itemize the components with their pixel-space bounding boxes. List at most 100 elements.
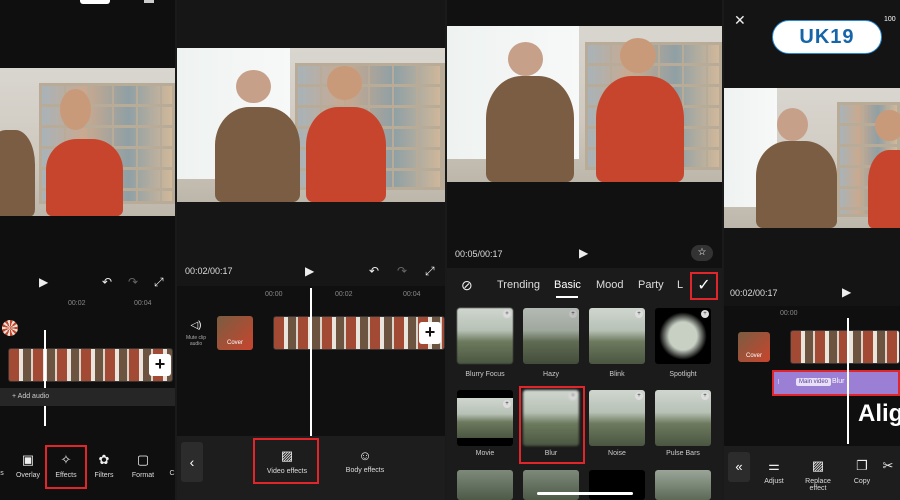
check-icon: ✓: [697, 277, 711, 294]
video-preview: [177, 48, 445, 202]
effect-thumb[interactable]: +: [655, 390, 711, 446]
cover-button[interactable]: Cover: [738, 332, 770, 362]
confirm-button[interactable]: ✓: [690, 272, 718, 300]
effects-sheet: [447, 268, 722, 500]
tab-more[interactable]: L: [677, 279, 683, 291]
ruler-tick: 00:00: [265, 291, 283, 298]
person-red-shirt: [45, 139, 123, 216]
effect-label: Movie: [475, 450, 495, 457]
speaker-icon: ◁): [190, 320, 202, 331]
person-red-shirt: [595, 75, 684, 182]
toolbar-filters[interactable]: ✿ Filters: [84, 452, 124, 479]
body-effects-icon: ☺: [358, 448, 372, 463]
home-indicator: [537, 492, 633, 495]
effect-thumb[interactable]: +: [589, 390, 645, 446]
back-button[interactable]: ‹: [181, 442, 203, 482]
person-red-shirt: [868, 149, 900, 228]
add-clip-button[interactable]: +: [419, 322, 441, 344]
highlight-box: [45, 445, 87, 489]
effect-thumb[interactable]: [523, 470, 579, 500]
time-readout: 00:02/00:17: [185, 266, 233, 276]
chevron-left-icon: ‹: [189, 454, 195, 470]
add-clip-button[interactable]: +: [149, 354, 171, 376]
effect-label: Spotlight: [669, 371, 697, 378]
time-readout: 00:02/00:17: [730, 288, 778, 298]
person-jacket: [214, 106, 301, 202]
add-audio-track[interactable]: + Add audio: [0, 388, 175, 406]
effect-label: Blurry Focus: [465, 371, 505, 378]
ruler-tick: 00:04: [403, 291, 421, 298]
toolbar-overlay[interactable]: ▣ Overlay: [8, 452, 48, 479]
video-clip-strip[interactable]: [790, 330, 900, 364]
tab-party[interactable]: Party: [638, 279, 664, 291]
effect-thumb[interactable]: +: [457, 390, 513, 446]
person-jacket: [0, 130, 35, 216]
double-chevron-left-icon: «: [735, 459, 743, 474]
toolbar-item-partial[interactable]: C: [152, 470, 175, 477]
effect-thumb[interactable]: +: [457, 308, 513, 364]
video-preview: [0, 68, 175, 216]
redo-icon[interactable]: ↷: [397, 264, 407, 278]
tab-mood[interactable]: Mood: [596, 279, 624, 291]
toolbar-replace-effect[interactable]: ▨ Replace effect: [798, 458, 838, 492]
undo-icon[interactable]: ↶: [102, 275, 112, 289]
effect-label: Pulse Bars: [666, 450, 700, 457]
editor-panel-1: ▶ ↶ ↷ ⤢ 00:02 00:04 + + Add audio s ▣ Ove…: [0, 0, 175, 500]
effect-thumb[interactable]: [655, 470, 711, 500]
fullscreen-icon[interactable]: ⤢: [425, 264, 435, 279]
effect-label: Blink: [609, 371, 625, 378]
scissors-icon: ✂: [882, 458, 894, 473]
no-effect-icon[interactable]: ⊘: [461, 277, 473, 294]
toolbar-adjust[interactable]: ⚌ Adjust: [754, 458, 794, 485]
play-icon[interactable]: ▶: [579, 246, 588, 260]
effect-thumb[interactable]: [457, 470, 513, 500]
video-preview: [724, 88, 900, 228]
tab-basic[interactable]: Basic: [554, 279, 581, 291]
person-jacket: [485, 75, 574, 182]
star-icon: ☆: [697, 247, 707, 258]
favorite-button[interactable]: ☆: [691, 245, 713, 261]
menu-icon[interactable]: [144, 0, 154, 3]
effect-track[interactable]: | Main video Blur: [772, 370, 900, 396]
cover-button[interactable]: Cover: [217, 316, 253, 350]
toolbar-body-effects[interactable]: ☺ Body effects: [337, 448, 393, 474]
effect-name: Blur: [832, 378, 845, 385]
ruler-tick: 00:02: [335, 291, 353, 298]
editor-panel-4: ✕ 100 UK19 00:02/00:17 ▶ 00:00 Cover | M…: [724, 0, 900, 500]
playhead[interactable]: [44, 330, 46, 426]
effect-thumb[interactable]: +: [655, 308, 711, 364]
ruler-tick: 00:00: [780, 310, 798, 317]
top-bar-fragment: [80, 0, 110, 4]
toolbar-item-partial[interactable]: ✂: [876, 458, 900, 478]
person-jacket: [755, 141, 837, 228]
effect-thumb[interactable]: +: [589, 308, 645, 364]
drag-handle-icon[interactable]: |: [778, 379, 779, 385]
play-icon[interactable]: ▶: [39, 275, 48, 289]
mute-clip-audio[interactable]: ◁) Mute clip audio: [183, 320, 209, 347]
fullscreen-icon[interactable]: ⤢: [154, 275, 164, 290]
top-number: 100: [884, 16, 896, 23]
play-icon[interactable]: ▶: [842, 285, 851, 299]
main-video-tag: Main video: [796, 378, 832, 386]
close-icon[interactable]: ✕: [734, 12, 746, 29]
effect-thumb[interactable]: [589, 470, 645, 500]
highlight-box: [519, 386, 585, 464]
effect-label: Noise: [608, 450, 626, 457]
tab-trending[interactable]: Trending: [497, 279, 540, 291]
cover-thumb-icon[interactable]: [2, 320, 18, 336]
ruler-tick: 00:04: [134, 300, 152, 307]
collapse-button[interactable]: «: [728, 452, 750, 482]
playhead[interactable]: [847, 318, 849, 444]
logo-text: UK19: [799, 26, 855, 48]
play-icon[interactable]: ▶: [305, 264, 314, 278]
ruler-tick: 00:02: [68, 300, 86, 307]
undo-icon[interactable]: ↶: [369, 264, 379, 278]
playhead[interactable]: [310, 288, 312, 438]
adjust-icon: ⚌: [768, 458, 780, 473]
replace-effect-icon: ▨: [811, 458, 825, 473]
effect-label: Hazy: [543, 371, 559, 378]
effect-thumb[interactable]: +: [523, 308, 579, 364]
time-readout: 00:05/00:17: [455, 249, 503, 259]
redo-icon[interactable]: ↷: [128, 275, 138, 289]
logo-badge: UK19: [772, 20, 882, 54]
